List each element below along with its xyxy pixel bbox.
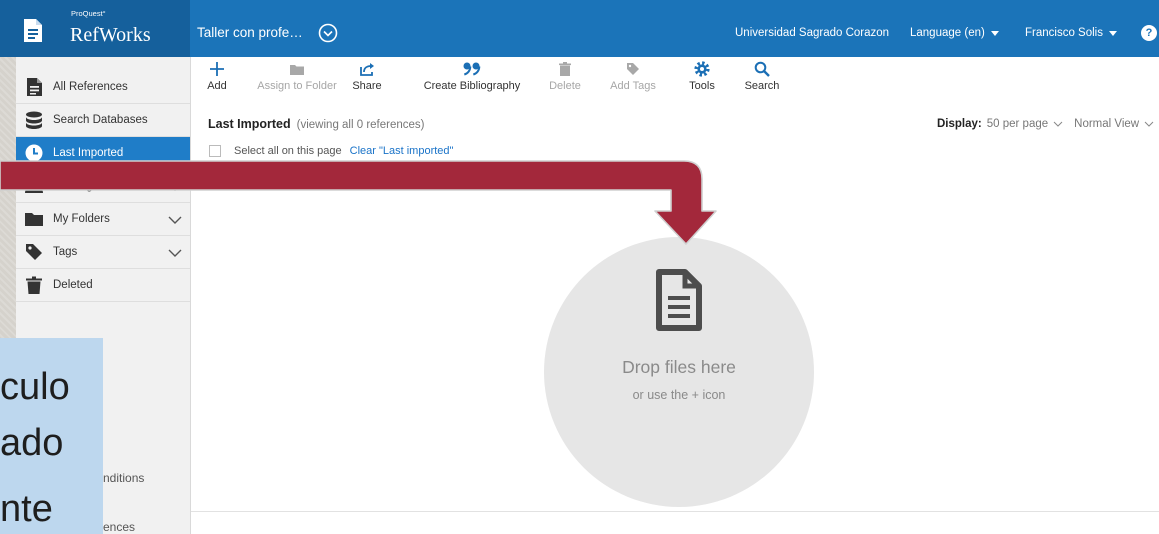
search-icon xyxy=(754,61,770,77)
add-label: Add xyxy=(207,80,227,92)
divider xyxy=(191,511,1159,512)
file-dropzone[interactable]: Drop files here or use the + icon xyxy=(544,237,814,507)
select-row: Select all on this page Clear "Last impo… xyxy=(209,144,453,158)
sidebar-item-label: Search Databases xyxy=(53,114,148,126)
chevron-circle-down-icon[interactable] xyxy=(318,23,338,43)
caret-down-icon xyxy=(1108,30,1117,36)
quote-icon xyxy=(463,62,481,76)
language-label: Language (en) xyxy=(910,27,985,39)
delete-button[interactable]: Delete xyxy=(547,60,583,93)
add-button[interactable]: Add xyxy=(205,60,229,93)
slide-text-line: nte xyxy=(0,488,53,530)
search-button[interactable]: Search xyxy=(743,60,781,93)
database-icon xyxy=(26,111,42,129)
sidebar-item-label: Tags xyxy=(53,246,78,258)
display-label: Display: xyxy=(937,118,982,130)
brand-proquest: ProQuest° xyxy=(71,9,106,18)
add-tags-label: Add Tags xyxy=(610,80,656,92)
footer-link-conditions[interactable]: nditions xyxy=(103,472,144,485)
folder-icon xyxy=(290,65,304,75)
gear-icon xyxy=(694,61,710,77)
language-menu[interactable]: Language (en) xyxy=(910,26,999,40)
brand-refworks: RefWorks xyxy=(70,24,151,46)
trash-icon xyxy=(559,62,571,76)
slide-text-line: culo xyxy=(0,366,70,408)
chevron-down-icon[interactable] xyxy=(168,216,182,224)
page-title: Last Imported xyxy=(208,117,291,131)
per-page-select[interactable]: 50 per page xyxy=(987,117,1048,131)
sidebar-item-label: All References xyxy=(53,81,128,93)
dropzone-subtitle: or use the + icon xyxy=(632,388,726,402)
sidebar-item-last-imported[interactable]: Last Imported xyxy=(16,137,190,170)
user-menu[interactable]: Francisco Solis xyxy=(1025,26,1117,40)
share-label: Share xyxy=(352,80,382,92)
institution-link[interactable]: Universidad Sagrado Corazon xyxy=(735,26,889,40)
tools-label: Tools xyxy=(689,80,715,92)
footer-link-preferences[interactable]: ences xyxy=(103,521,135,534)
document-icon xyxy=(27,78,42,96)
assign-to-folder-label: Assign to Folder xyxy=(257,80,337,92)
logo[interactable]: ProQuest° RefWorks xyxy=(0,0,190,57)
select-all-label[interactable]: Select all on this page xyxy=(234,144,342,158)
tools-button[interactable]: Tools xyxy=(686,60,718,93)
view-select[interactable]: Normal View xyxy=(1074,117,1139,131)
sidebar-item-tags[interactable]: Tags xyxy=(16,236,190,269)
clock-icon xyxy=(25,144,43,162)
user-name: Francisco Solis xyxy=(1025,27,1103,39)
chevron-down-icon[interactable] xyxy=(168,183,182,191)
chevron-down-icon[interactable] xyxy=(1144,121,1154,127)
delete-label: Delete xyxy=(549,80,581,92)
folder-icon xyxy=(25,213,43,226)
project-title[interactable]: Taller con profe… xyxy=(197,25,303,41)
tag-icon xyxy=(26,244,42,260)
help-icon[interactable]: ? xyxy=(1141,25,1157,41)
sidebar-item-sharing[interactable]: Sharing xyxy=(16,170,190,203)
institution-label: Universidad Sagrado Corazon xyxy=(735,27,890,39)
sidebar-item-label: Deleted xyxy=(53,279,93,291)
slide-text-line: ado xyxy=(0,422,64,464)
sidebar-item-label: Last Imported xyxy=(53,147,124,159)
slide-text-box: culo ado nte xyxy=(0,338,103,534)
clear-last-imported-link[interactable]: Clear "Last imported" xyxy=(350,144,454,158)
sidebar-item-label: My Folders xyxy=(53,213,110,225)
assign-to-folder-button[interactable]: Assign to Folder xyxy=(254,60,340,93)
dropzone-title: Drop files here xyxy=(622,357,736,377)
caret-down-icon xyxy=(990,30,999,36)
people-icon xyxy=(25,179,43,193)
sidebar-item-label: Sharing xyxy=(53,180,93,192)
add-tags-button[interactable]: Add Tags xyxy=(607,60,659,93)
sidebar-item-search-databases[interactable]: Search Databases xyxy=(16,104,190,137)
share-button[interactable]: Share xyxy=(350,60,384,93)
plus-icon xyxy=(210,62,224,76)
chevron-down-icon[interactable] xyxy=(1053,121,1063,127)
tag-icon xyxy=(627,63,639,75)
refworks-logo-icon xyxy=(24,19,42,42)
create-bibliography-button[interactable]: Create Bibliography xyxy=(420,60,524,93)
chevron-down-icon[interactable] xyxy=(168,249,182,257)
create-bibliography-label: Create Bibliography xyxy=(423,80,521,92)
list-heading: Last Imported (viewing all 0 references) xyxy=(208,117,425,131)
app-header: ProQuest° RefWorks Taller con profe… Uni… xyxy=(0,0,1159,57)
display-options: Display: 50 per page Normal View xyxy=(937,117,1154,131)
sidebar-item-all-references[interactable]: All References xyxy=(16,71,190,104)
sidebar-item-deleted[interactable]: Deleted xyxy=(16,269,190,302)
sidebar-item-my-folders[interactable]: My Folders xyxy=(16,203,190,236)
search-label: Search xyxy=(744,80,780,92)
file-icon xyxy=(656,269,702,331)
reference-count: (viewing all 0 references) xyxy=(296,119,425,131)
select-all-checkbox[interactable] xyxy=(209,145,221,157)
trash-icon xyxy=(26,276,42,294)
share-icon xyxy=(360,63,374,76)
